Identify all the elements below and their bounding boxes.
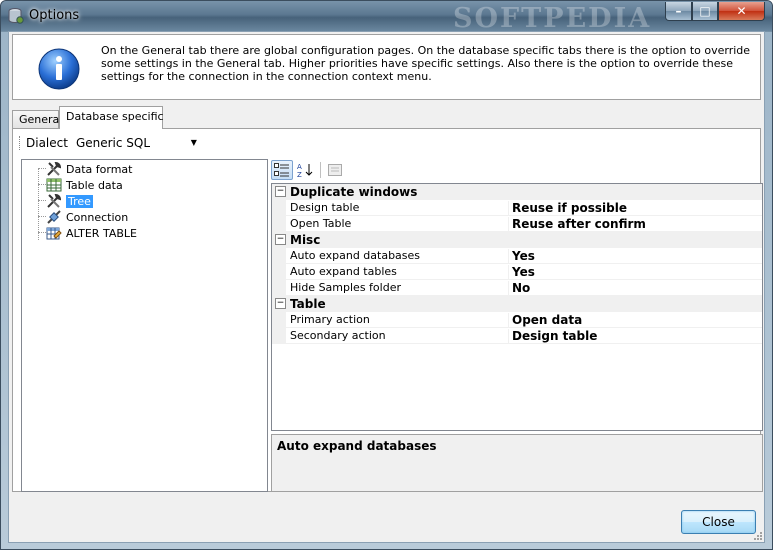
tree-item-data-format[interactable]: Data format (46, 161, 132, 177)
row-gutter (272, 280, 286, 296)
tree-item-label: Data format (66, 162, 133, 176)
minimize-button[interactable]: – (665, 2, 692, 21)
property-row[interactable]: Auto expand databases Yes (272, 248, 762, 264)
property-value[interactable]: Yes (512, 249, 535, 263)
category-label: Misc (290, 233, 321, 247)
category-label: Table (290, 297, 326, 311)
tree-item-label: ALTER TABLE (66, 226, 137, 240)
dialect-label: Dialect (26, 136, 68, 150)
watermark: SOFTPEDIA (453, 3, 652, 34)
categorized-icon (274, 163, 289, 177)
property-name: Hide Samples folder (290, 281, 509, 295)
alphabetical-button[interactable]: AZ (294, 160, 316, 180)
dialect-toolbar: Dialect Generic SQL ▼ (15, 132, 201, 154)
tree-line (38, 232, 46, 233)
maximize-button[interactable]: □ (692, 2, 718, 21)
category-table[interactable]: − Table (272, 296, 762, 312)
property-name: Auto expand tables (290, 265, 509, 279)
database-specific-page: Dialect Generic SQL ▼ Data format Table … (12, 128, 763, 492)
description-pane: Auto expand databases (271, 434, 763, 492)
tree-line (38, 200, 46, 201)
property-value[interactable]: Reuse after confirm (512, 217, 646, 231)
description-title: Auto expand databases (277, 439, 437, 453)
maximize-icon: □ (699, 4, 711, 18)
row-gutter (272, 200, 286, 216)
chevron-down-icon: ▼ (190, 138, 197, 147)
property-value[interactable]: Yes (512, 265, 535, 279)
property-row[interactable]: Hide Samples folder No (272, 280, 762, 296)
tab-database-specific[interactable]: Database specific (59, 106, 164, 129)
window-title: Options (29, 8, 80, 23)
property-name: Open Table (290, 217, 509, 231)
propgrid-toolbar: AZ (271, 159, 347, 181)
tree-line (38, 168, 39, 240)
row-gutter (272, 216, 286, 232)
close-button[interactable]: Close (681, 510, 756, 534)
tree-item-label: Connection (66, 210, 129, 224)
title-bar[interactable]: Options SOFTPEDIA – □ ✕ (1, 1, 772, 34)
resize-grip-icon[interactable] (752, 530, 762, 540)
property-name: Secondary action (290, 329, 509, 343)
property-value[interactable]: Reuse if possible (512, 201, 627, 215)
close-window-button[interactable]: ✕ (718, 2, 765, 21)
property-name: Design table (290, 201, 509, 215)
tab-general[interactable]: General (12, 110, 62, 128)
tree-line (38, 184, 46, 185)
database-settings-icon (8, 8, 24, 24)
tree-line (38, 168, 46, 169)
toolbar-grip[interactable] (19, 136, 22, 150)
row-gutter (272, 312, 286, 328)
tree-item-label: Table data (66, 178, 123, 192)
settings-tree[interactable]: Data format Table data Tree Connection A… (21, 159, 268, 492)
category-duplicate-windows[interactable]: − Duplicate windows (272, 184, 762, 200)
tree-item-label: Tree (66, 194, 93, 208)
tree-item-connection[interactable]: Connection (46, 209, 128, 225)
close-icon: ✕ (736, 4, 747, 18)
property-pages-button[interactable] (324, 160, 346, 180)
category-label: Duplicate windows (290, 185, 418, 199)
category-misc[interactable]: − Misc (272, 232, 762, 248)
table-grid-icon (46, 178, 62, 192)
toolbar-separator (320, 162, 321, 178)
collapse-icon[interactable]: − (275, 298, 286, 309)
property-row[interactable]: Secondary action Design table (272, 328, 762, 344)
minimize-icon: – (675, 4, 682, 18)
tree-line (38, 216, 46, 217)
tools-icon (47, 193, 62, 208)
property-row[interactable]: Auto expand tables Yes (272, 264, 762, 280)
property-row[interactable]: Open Table Reuse after confirm (272, 216, 762, 232)
property-pages-icon (328, 164, 342, 176)
tree-item-tree[interactable]: Tree (46, 193, 93, 209)
svg-text:Z: Z (297, 171, 302, 178)
svg-text:A: A (297, 163, 302, 171)
alter-table-icon (46, 227, 62, 240)
property-name: Auto expand databases (290, 249, 509, 263)
tree-item-table-data[interactable]: Table data (46, 177, 123, 193)
row-gutter (272, 264, 286, 280)
info-text: On the General tab there are global conf… (101, 44, 751, 83)
alphabetical-sort-icon: AZ (297, 163, 313, 178)
info-icon (38, 48, 80, 90)
property-row[interactable]: Design table Reuse if possible (272, 200, 762, 216)
collapse-icon[interactable]: − (275, 186, 286, 197)
row-gutter (272, 328, 286, 344)
property-value[interactable]: Open data (512, 313, 582, 327)
property-value[interactable]: Design table (512, 329, 597, 343)
row-gutter (272, 248, 286, 264)
dialect-value: Generic SQL (75, 136, 151, 150)
property-grid[interactable]: − Duplicate windows Design table Reuse i… (271, 183, 763, 431)
options-window: Options SOFTPEDIA – □ ✕ On the General t… (0, 0, 773, 550)
dialect-select[interactable]: Generic SQL ▼ (76, 133, 201, 153)
dialog-client-area: On the General tab there are global conf… (8, 31, 765, 543)
tools-icon (47, 161, 62, 176)
info-panel: On the General tab there are global conf… (12, 34, 761, 100)
property-value[interactable]: No (512, 281, 530, 295)
property-row[interactable]: Primary action Open data (272, 312, 762, 328)
connection-icon (47, 210, 61, 224)
categorized-button[interactable] (271, 160, 293, 180)
collapse-icon[interactable]: − (275, 234, 286, 245)
tree-item-alter-table[interactable]: ALTER TABLE (46, 225, 137, 241)
property-name: Primary action (290, 313, 509, 327)
